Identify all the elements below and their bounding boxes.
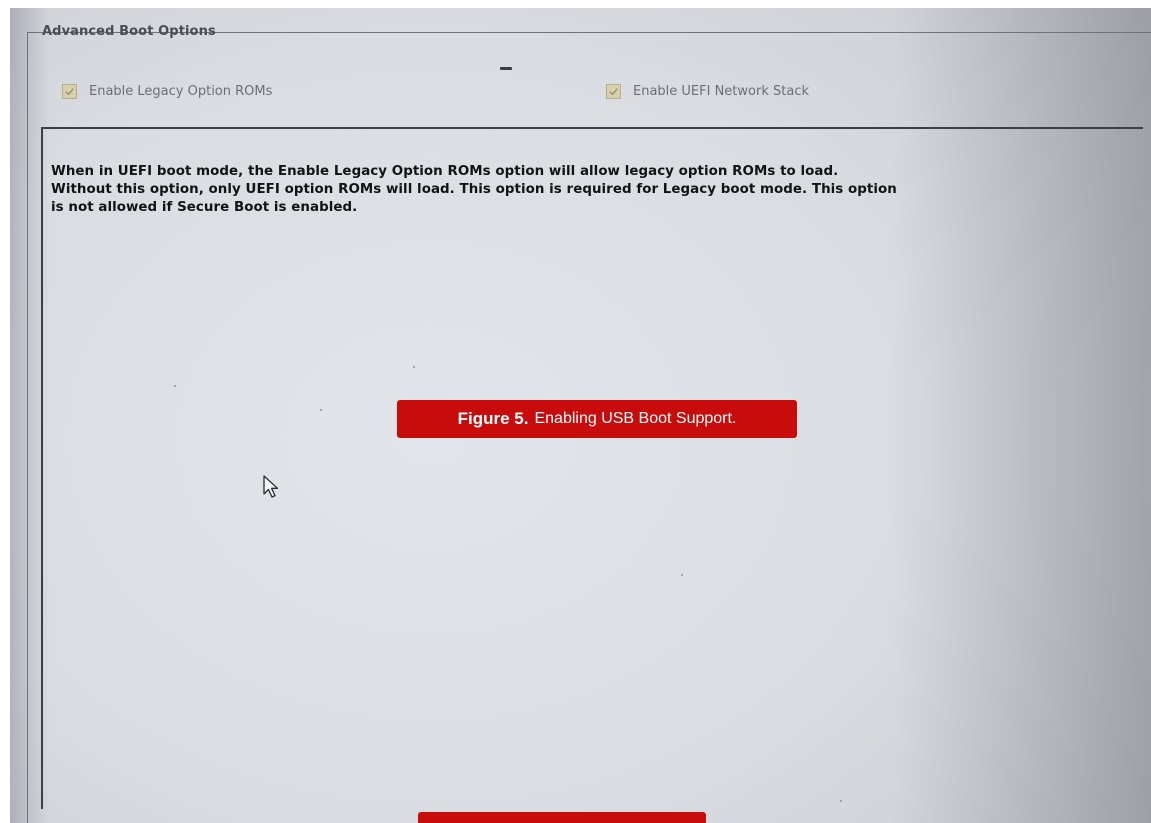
description-line: When in UEFI boot mode, the Enable Legac… <box>51 164 839 179</box>
description-line: is not allowed if Secure Boot is enabled… <box>51 200 358 215</box>
legacy-roms-label: Enable Legacy Option ROMs <box>89 84 273 99</box>
figure-caption-text: Enabling USB Boot Support. <box>534 410 737 427</box>
option-legacy-roms[interactable]: Enable Legacy Option ROMs <box>62 84 272 99</box>
uefi-network-label: Enable UEFI Network Stack <box>633 84 809 99</box>
option-description: When in UEFI boot mode, the Enable Legac… <box>51 163 1131 217</box>
figure-label: Figure 5. <box>457 409 529 428</box>
mouse-pointer-icon <box>263 475 279 498</box>
legacy-roms-checkbox[interactable] <box>62 84 77 99</box>
dust-speck <box>413 366 415 368</box>
caption-bar-bottom <box>418 812 706 823</box>
check-icon <box>65 88 74 96</box>
option-uefi-network[interactable]: Enable UEFI Network Stack <box>606 84 809 99</box>
check-icon <box>609 88 618 96</box>
dust-speck <box>320 409 322 411</box>
dust-speck <box>174 385 176 387</box>
dust-speck <box>681 574 683 576</box>
screen-dash-mark <box>500 67 512 70</box>
uefi-network-checkbox[interactable] <box>606 84 621 99</box>
description-line: Without this option, only UEFI option RO… <box>51 182 897 197</box>
figure-caption: Figure 5. Enabling USB Boot Support. <box>397 400 797 438</box>
group-title: Advanced Boot Options <box>42 24 216 39</box>
description-panel <box>41 127 1143 809</box>
dust-speck <box>840 800 842 802</box>
